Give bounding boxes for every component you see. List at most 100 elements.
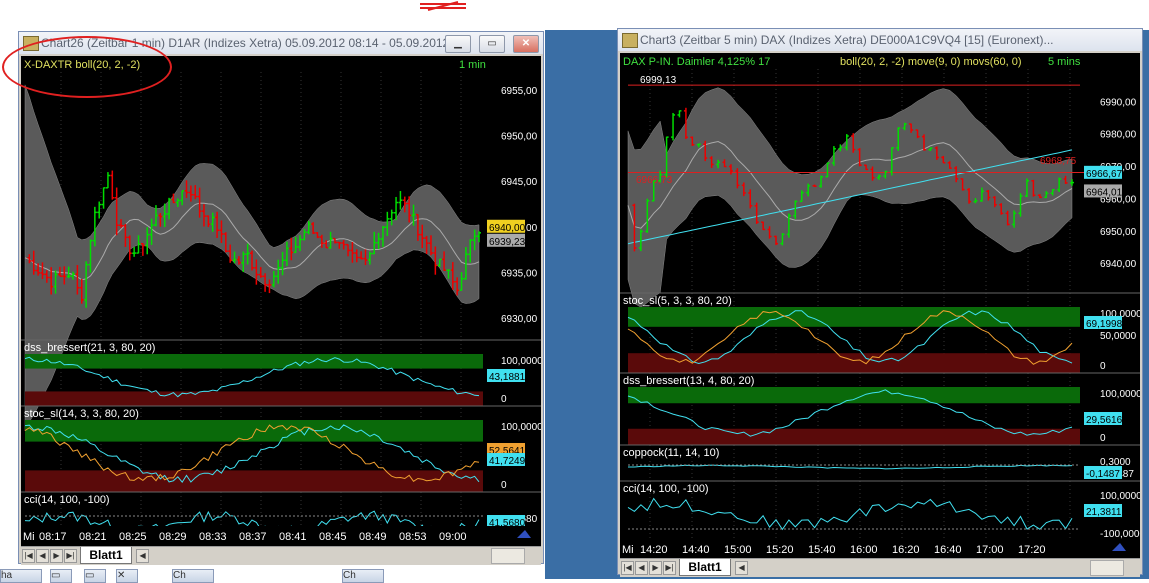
price-badge: 6966,67 — [1086, 169, 1123, 180]
taskbar-item[interactable]: Ch — [342, 569, 384, 583]
time-axis-label: 08:49 — [359, 531, 387, 543]
axis-tick-label: -100,0000 — [1100, 529, 1140, 540]
chart-header-studies: boll(20, 2, -2) move(9, 0) movs(60, 0) — [840, 56, 1022, 68]
price-axis-label: 6980,00 — [1100, 130, 1137, 141]
time-axis-label: 08:25 — [119, 531, 147, 543]
oversold-zone — [628, 429, 1080, 445]
indicator-label: dss_bressert(13, 4, 80, 20) — [623, 375, 754, 387]
axis-tick-label: 100,0000 — [1100, 389, 1140, 400]
time-axis-label: 16:00 — [850, 544, 878, 556]
sheet-tab[interactable]: Blatt1 — [80, 547, 131, 564]
price-axis-label: 6935,00 — [501, 268, 538, 279]
scroll-thumb[interactable] — [491, 548, 525, 564]
time-axis-label: Mi — [622, 544, 634, 556]
first-sheet-button[interactable]: |◀ — [22, 549, 35, 563]
indicator-value-badge: 41,7249 — [489, 456, 526, 467]
taskbar-maximize-icon[interactable]: ▭ — [84, 569, 106, 583]
maximize-button[interactable]: ▭ — [479, 35, 505, 53]
axis-tick-label: 100,0000 — [501, 356, 541, 367]
chart-header-interval: 1 min — [459, 59, 486, 71]
time-axis-label: 08:41 — [279, 531, 307, 543]
price-axis-label: 6930,00 — [501, 314, 538, 325]
red-scribble-mark — [418, 0, 468, 12]
indicator-label: cci(14, 100, -100) — [24, 494, 110, 506]
time-axis-label: 16:40 — [934, 544, 962, 556]
indicator-label: dss_bressert(21, 3, 80, 20) — [24, 342, 155, 354]
axis-tick-label: 0 — [1100, 361, 1106, 372]
taskbar-item[interactable]: ha — [0, 569, 42, 583]
time-axis-label: 16:20 — [892, 544, 920, 556]
oversold-zone — [25, 391, 483, 406]
overbought-zone — [25, 420, 483, 442]
price-badge: 6964,01 — [1086, 187, 1123, 198]
time-axis-label: 14:20 — [640, 544, 668, 556]
chart-header-interval: 5 mins — [1048, 56, 1081, 68]
time-axis-label: 15:40 — [808, 544, 836, 556]
indicator-value-badge: 29,5616 — [1086, 415, 1123, 426]
next-sheet-button[interactable]: ▶ — [50, 549, 63, 563]
taskbar-item[interactable]: Ch — [172, 569, 214, 583]
price-axis-label: 6950,00 — [1100, 227, 1137, 238]
window-titlebar[interactable]: Chart3 (Zeitbar 5 min) DAX (Indizes Xetr… — [618, 29, 1142, 51]
axis-tick-label: 0 — [501, 480, 507, 491]
time-axis-label: 08:53 — [399, 531, 427, 543]
chart-area[interactable]: X-DAXTR boll(20, 2, -2)1 min6955,006950,… — [21, 56, 541, 546]
last-sheet-button[interactable]: ▶| — [663, 561, 676, 575]
chart-header-title: DAX P-IN. Daimler 4,125% 17 — [623, 56, 770, 68]
minimize-button[interactable]: ▁ — [445, 35, 471, 53]
indicator-label: coppock(11, 14, 10) — [623, 447, 719, 459]
scroll-thumb[interactable] — [1090, 560, 1124, 576]
overbought-zone — [628, 307, 1080, 327]
price-axis-label: 6945,00 — [501, 177, 538, 188]
scroll-left-button[interactable]: ◀ — [735, 561, 748, 575]
first-sheet-button[interactable]: |◀ — [621, 561, 634, 575]
chart-window-left[interactable]: Chart26 (Zeitbar 1 min) D1AR (Indizes Xe… — [18, 31, 544, 564]
time-axis-label: 08:21 — [79, 531, 107, 543]
next-sheet-button[interactable]: ▶ — [649, 561, 662, 575]
chart-window-right[interactable]: Chart3 (Zeitbar 5 min) DAX (Indizes Xetr… — [617, 28, 1143, 575]
time-axis-label: 08:17 — [39, 531, 67, 543]
price-axis-label: 6990,00 — [1100, 97, 1137, 108]
axis-tick-label: 50,0000 — [1100, 331, 1137, 342]
time-axis-label: 17:20 — [1018, 544, 1046, 556]
taskbar-restore-icon[interactable]: ▭ — [50, 569, 72, 583]
overbought-zone — [628, 387, 1080, 403]
indicator-line — [628, 499, 1072, 530]
time-axis-label: 17:00 — [976, 544, 1004, 556]
indicator-value-badge: 43,1881 — [489, 372, 526, 383]
indicator-value-badge: 69,1998 — [1086, 319, 1123, 330]
sheet-bar: |◀◀▶▶| Blatt1 ◀ — [620, 558, 1140, 577]
time-axis-label: 15:00 — [724, 544, 752, 556]
window-title: Chart3 (Zeitbar 5 min) DAX (Indizes Xetr… — [640, 33, 1054, 47]
time-axis-label: 15:20 — [766, 544, 794, 556]
axis-tick-label: 100,0000 — [501, 422, 541, 433]
time-axis-label: 08:37 — [239, 531, 267, 543]
time-axis-label: 08:33 — [199, 531, 227, 543]
taskbar-close-icon[interactable]: ✕ — [116, 569, 138, 583]
indicator-value-badge: 21,3811 — [1086, 507, 1122, 518]
time-axis-label: 08:29 — [159, 531, 187, 543]
red-highlight-circle — [2, 36, 172, 98]
last-sheet-button[interactable]: ▶| — [64, 549, 77, 563]
annotation-label: 6968,75 — [1040, 156, 1077, 167]
prev-sheet-button[interactable]: ◀ — [635, 561, 648, 575]
prev-sheet-button[interactable]: ◀ — [36, 549, 49, 563]
chart-app-icon — [622, 33, 638, 48]
close-button[interactable]: ✕ — [513, 35, 539, 53]
chart-canvas[interactable]: X-DAXTR boll(20, 2, -2)1 min6955,006950,… — [21, 56, 541, 546]
indicator-value-badge: -0,1487 — [1086, 469, 1120, 480]
indicator-line — [628, 465, 1072, 469]
chart-canvas[interactable]: DAX P-IN. Daimler 4,125% 17 boll(20, 2, -… — [620, 53, 1140, 558]
time-axis-label: 14:40 — [682, 544, 710, 556]
price-axis-label: 6955,00 — [501, 86, 538, 97]
time-axis-label: 09:00 — [439, 531, 467, 543]
sheet-tab[interactable]: Blatt1 — [679, 559, 730, 576]
annotation-label: 6999,13 — [640, 75, 677, 86]
axis-tick-label: 0 — [1100, 433, 1106, 444]
sheet-bar: |◀◀▶▶| Blatt1 ◀ — [21, 546, 541, 565]
chart-area[interactable]: DAX P-IN. Daimler 4,125% 17 boll(20, 2, -… — [620, 53, 1140, 558]
scroll-left-button[interactable]: ◀ — [136, 549, 149, 563]
indicator-label: stoc_sl(14, 3, 3, 80, 20) — [24, 408, 139, 420]
time-axis-label: 08:45 — [319, 531, 347, 543]
axis-tick-label: 0 — [501, 394, 507, 405]
